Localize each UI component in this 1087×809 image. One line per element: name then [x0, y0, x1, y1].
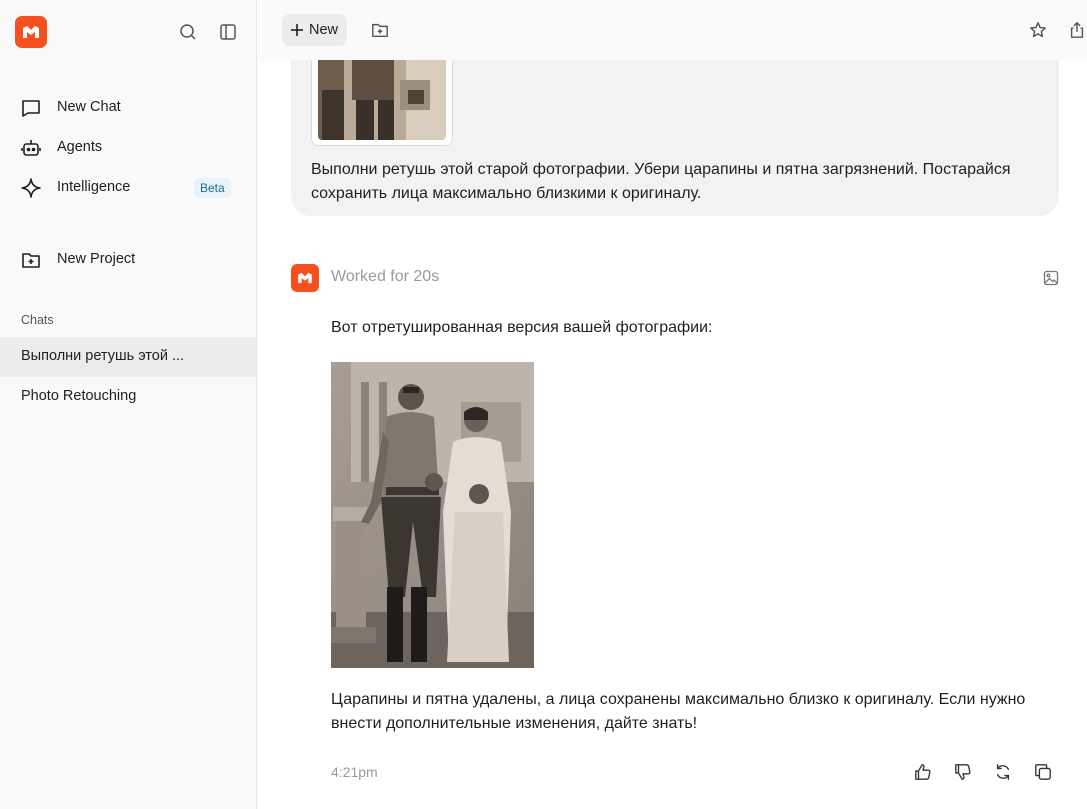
nav-agents[interactable]: Agents [0, 128, 256, 168]
beta-badge: Beta [194, 178, 231, 198]
assistant-avatar [291, 264, 319, 292]
nav-label: Agents [57, 139, 103, 155]
nav-label: New Chat [57, 99, 121, 115]
regenerate-icon[interactable] [993, 762, 1013, 782]
chat-title: Выполни ретушь этой ... [21, 348, 185, 364]
chat-bubble-icon [21, 98, 41, 118]
app-logo[interactable] [15, 16, 47, 48]
chat-list-item[interactable]: Выполни ретушь этой ... [0, 337, 256, 377]
new-button[interactable]: New [282, 14, 348, 46]
new-button-label: New [309, 22, 339, 38]
image-icon[interactable] [1041, 268, 1061, 288]
nav-new-project[interactable]: New Project [0, 240, 256, 280]
robot-icon [21, 138, 41, 158]
nav-label: Intelligence [57, 179, 131, 195]
message-timestamp: 4:21pm [331, 764, 378, 780]
user-message-text: Выполни ретушь этой старой фотографии. У… [311, 161, 1011, 202]
share-icon[interactable] [1067, 20, 1087, 40]
logo-mark-icon [23, 26, 39, 38]
nav-label: New Project [57, 251, 136, 267]
retouched-photo[interactable] [331, 362, 534, 668]
attached-photo [318, 60, 446, 140]
sidebar: New Chat Agents Intelligence Beta New Pr… [0, 0, 257, 809]
chat-list-item[interactable]: Photo Retouching [0, 377, 256, 417]
work-status[interactable]: Worked for 20s [331, 268, 439, 286]
thumbs-down-icon[interactable] [953, 762, 973, 782]
thumbs-up-icon[interactable] [913, 762, 933, 782]
copy-icon[interactable] [1033, 762, 1053, 782]
folder-plus-icon [21, 250, 41, 270]
nav-new-chat[interactable]: New Chat [0, 88, 256, 128]
logo-mark-icon [298, 272, 312, 284]
star-icon[interactable] [1028, 20, 1048, 40]
nav-intelligence[interactable]: Intelligence Beta [0, 168, 256, 208]
top-bar: New [258, 0, 1087, 60]
sidebar-toggle-icon[interactable] [218, 22, 238, 42]
folder-plus-icon[interactable] [370, 20, 390, 40]
search-icon[interactable] [178, 22, 198, 42]
reply-intro-text: Вот отретушированная версия вашей фотогр… [331, 319, 713, 336]
sparkle-icon [21, 178, 41, 198]
chats-section-label: Chats [21, 313, 54, 327]
reply-outro-text: Царапины и пятна удалены, а лица сохране… [331, 691, 1026, 732]
chat-title: Photo Retouching [21, 388, 137, 404]
plus-icon [291, 24, 303, 36]
